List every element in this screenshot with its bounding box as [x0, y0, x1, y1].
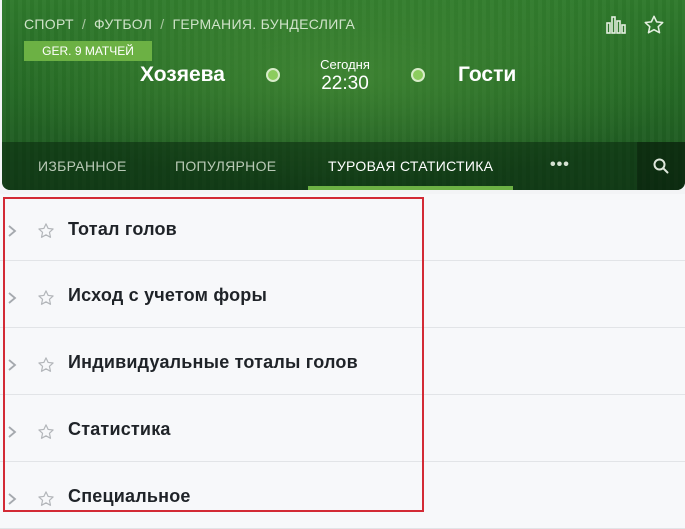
bar-chart-icon[interactable]: [605, 14, 627, 36]
breadcrumb-league[interactable]: ГЕРМАНИЯ. БУНДЕСЛИГА: [172, 16, 355, 32]
market-tabs: ИЗБРАННОЕ ПОПУЛЯРНОЕ ТУРОВАЯ СТАТИСТИКА …: [2, 142, 685, 190]
match-clock: 22:30: [321, 73, 369, 94]
search-button[interactable]: [637, 142, 685, 190]
breadcrumb-separator: /: [160, 16, 165, 32]
breadcrumb-separator: /: [81, 16, 87, 32]
chevron-right-icon: [8, 493, 17, 505]
chevron-right-icon: [8, 359, 17, 371]
market-row-total-goals[interactable]: Тотал голов: [0, 194, 685, 261]
home-team-name: Хозяева: [140, 63, 225, 86]
breadcrumb: СПОРТ / ФУТБОЛ / ГЕРМАНИЯ. БУНДЕСЛИГА: [24, 16, 355, 32]
star-outline-icon[interactable]: [37, 356, 55, 374]
star-outline-icon[interactable]: [37, 222, 55, 240]
market-list: Тотал голов Исход с учетом форы Индивиду…: [0, 194, 685, 529]
market-row-statistics[interactable]: Статистика: [0, 395, 685, 462]
tab-favorites[interactable]: ИЗБРАННОЕ: [38, 142, 127, 190]
header-actions: [605, 14, 665, 36]
away-team-indicator: [411, 68, 425, 82]
star-outline-icon[interactable]: [37, 289, 55, 307]
away-team-name: Гости: [458, 63, 517, 86]
market-label: Специальное: [68, 486, 191, 506]
more-icon[interactable]: •••: [550, 156, 570, 174]
tab-round-stats[interactable]: ТУРОВАЯ СТАТИСТИКА: [307, 142, 514, 190]
market-row-special[interactable]: Специальное: [0, 462, 685, 529]
match-time: Сегодня 22:30: [302, 57, 388, 95]
star-outline-icon[interactable]: [643, 14, 665, 36]
match-day: Сегодня: [320, 57, 370, 72]
market-label: Тотал голов: [68, 219, 177, 239]
market-row-individual-totals[interactable]: Индивидуальные тоталы голов: [0, 328, 685, 395]
star-outline-icon[interactable]: [37, 423, 55, 441]
star-outline-icon[interactable]: [37, 490, 55, 508]
chevron-right-icon: [8, 292, 17, 304]
chevron-right-icon: [8, 225, 17, 237]
search-icon: [653, 158, 669, 174]
chevron-right-icon: [8, 426, 17, 438]
tab-popular[interactable]: ПОПУЛЯРНОЕ: [175, 142, 276, 190]
market-label: Индивидуальные тоталы голов: [68, 352, 358, 372]
market-row-handicap[interactable]: Исход с учетом форы: [0, 261, 685, 328]
breadcrumb-football[interactable]: ФУТБОЛ: [94, 16, 152, 32]
market-label: Исход с учетом форы: [68, 285, 268, 305]
match-header: СПОРТ / ФУТБОЛ / ГЕРМАНИЯ. БУНДЕСЛИГА GE…: [2, 0, 685, 190]
league-badge[interactable]: GER. 9 МАТЧЕЙ: [24, 41, 152, 61]
breadcrumb-sport[interactable]: СПОРТ: [24, 16, 74, 32]
market-label: Статистика: [68, 419, 171, 439]
home-team-indicator: [266, 68, 280, 82]
